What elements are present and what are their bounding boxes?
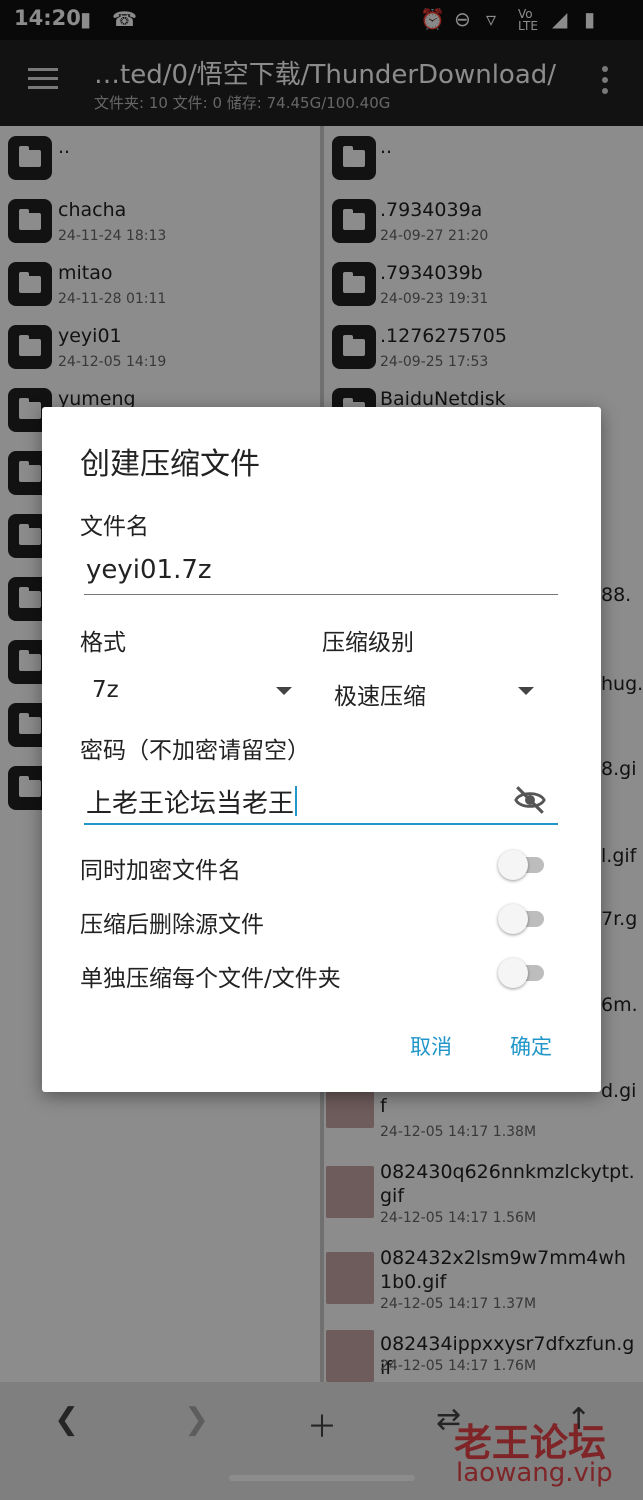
format-value: 7z bbox=[92, 677, 119, 703]
level-label: 压缩级别 bbox=[322, 630, 414, 656]
option-encrypt-names-label: 同时加密文件名 bbox=[80, 858, 241, 884]
format-label: 格式 bbox=[80, 630, 126, 656]
ok-button[interactable]: 确定 bbox=[510, 1031, 552, 1061]
format-select[interactable]: 7z bbox=[92, 677, 119, 703]
chevron-down-icon[interactable] bbox=[276, 687, 292, 695]
separate-archive-toggle[interactable] bbox=[498, 957, 548, 988]
level-value: 极速压缩 bbox=[334, 684, 426, 710]
text-caret bbox=[295, 786, 298, 816]
delete-source-toggle[interactable] bbox=[498, 903, 548, 934]
create-archive-dialog: 创建压缩文件 文件名 yeyi01.7z 格式 压缩级别 7z 极速压缩 密码（… bbox=[42, 407, 601, 1092]
password-value: 上老王论坛当老王 bbox=[86, 789, 295, 819]
option-delete-source-label: 压缩后删除源文件 bbox=[80, 912, 264, 938]
chevron-down-icon[interactable] bbox=[518, 687, 534, 695]
cancel-button[interactable]: 取消 bbox=[410, 1031, 452, 1061]
encrypt-names-toggle[interactable] bbox=[498, 849, 548, 880]
filename-field[interactable]: yeyi01.7z bbox=[84, 555, 558, 595]
visibility-off-icon[interactable] bbox=[512, 783, 548, 817]
password-label: 密码（不加密请留空） bbox=[80, 738, 310, 764]
filename-value: yeyi01.7z bbox=[86, 555, 212, 585]
dialog-title: 创建压缩文件 bbox=[80, 447, 260, 482]
option-separate-label: 单独压缩每个文件/文件夹 bbox=[80, 966, 341, 992]
level-select[interactable]: 极速压缩 bbox=[334, 677, 426, 711]
password-field[interactable]: 上老王论坛当老王 bbox=[84, 779, 558, 825]
filename-label: 文件名 bbox=[80, 514, 149, 540]
